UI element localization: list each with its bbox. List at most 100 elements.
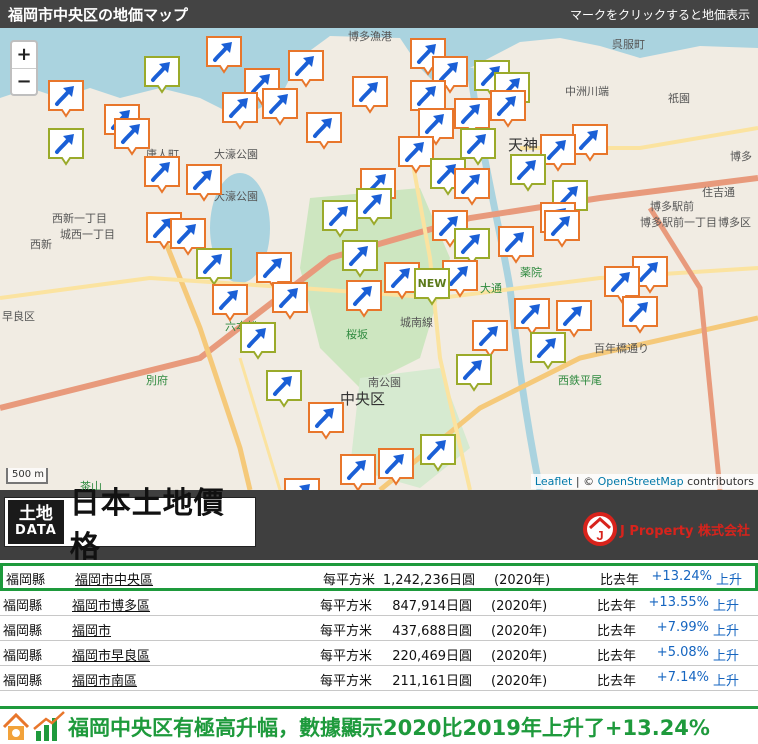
price-marker[interactable] xyxy=(514,298,550,336)
price-marker[interactable] xyxy=(340,454,376,490)
price-up-arrow-icon xyxy=(342,240,378,278)
price-marker[interactable] xyxy=(420,434,456,472)
price-marker[interactable] xyxy=(346,280,382,318)
label-nishijin: 西新 xyxy=(30,238,52,251)
trend-cell: 上升 xyxy=(713,674,740,689)
price-marker[interactable] xyxy=(186,164,222,202)
price-marker[interactable] xyxy=(456,354,492,392)
price-marker[interactable] xyxy=(622,296,658,334)
headline-text: 福岡中央区有極高升幅，數據顯示2020比2019年上升了+13.24% xyxy=(68,715,710,740)
prefecture-cell: 福岡縣 xyxy=(3,599,43,614)
price-marker[interactable] xyxy=(378,448,414,486)
tochi-data-logo[interactable]: 土地 DATA 日本土地價格 xyxy=(4,486,256,565)
price-marker[interactable] xyxy=(284,478,320,490)
zoom-out-button[interactable]: − xyxy=(12,68,36,94)
city-link[interactable]: 福岡市博多區 xyxy=(72,595,150,614)
price-marker[interactable] xyxy=(530,332,566,370)
price-marker[interactable] xyxy=(352,76,388,114)
price-marker[interactable] xyxy=(308,402,344,440)
label-otemon: 大通 xyxy=(480,282,502,295)
price-marker[interactable] xyxy=(472,320,508,358)
price-marker[interactable] xyxy=(306,112,342,150)
city-link[interactable]: 福岡市中央區 xyxy=(75,569,153,588)
zoom-in-button[interactable]: + xyxy=(12,42,36,68)
label-chayama: 茶山 xyxy=(80,480,102,490)
price-marker[interactable] xyxy=(114,118,150,156)
price-marker[interactable] xyxy=(144,156,180,194)
price-up-arrow-icon xyxy=(48,128,84,166)
year-cell: (2020年) xyxy=(491,624,548,639)
map-hint: マークをクリックすると地価表示 xyxy=(569,7,750,22)
unit-cell: 每平方米 xyxy=(320,624,373,639)
price-marker[interactable] xyxy=(144,56,180,94)
label-sakurazaka: 桜坂 xyxy=(346,328,368,341)
jproperty-name: J Property 株式会社 xyxy=(620,523,750,539)
price-up-arrow-icon xyxy=(262,88,298,126)
land-price-map[interactable]: + − 博多漁港 呉服町 中洲川端 祇園 博多 唐人町 大濠公園 大濠公園 西新… xyxy=(0,28,758,490)
unit-cell: 每平方米 xyxy=(323,573,376,588)
price-marker[interactable] xyxy=(544,210,580,248)
label-chuo-ku: 中央区 xyxy=(340,390,386,408)
compare-cell: 比去年 xyxy=(597,674,637,689)
price-marker[interactable] xyxy=(342,240,378,278)
price-marker[interactable] xyxy=(510,154,546,192)
price-marker[interactable] xyxy=(48,80,84,118)
price-table: 福岡縣 福岡市中央區 每平方米 1,242,236日圓 (2020年) 比去年 +13.24… xyxy=(0,563,758,691)
price-marker[interactable] xyxy=(196,248,232,286)
price-marker[interactable] xyxy=(266,370,302,408)
price-marker[interactable] xyxy=(398,136,434,174)
attribution-contrib: contributors xyxy=(683,475,754,488)
unit-cell: 每平方米 xyxy=(320,599,373,614)
map-scale: 500 m xyxy=(6,468,48,484)
zoom-control: + − xyxy=(10,40,38,96)
jproperty-logo[interactable]: J J Property 株式会社 xyxy=(582,507,754,551)
label-ohori-koen: 大濠公園 xyxy=(214,148,258,161)
price-up-arrow-icon xyxy=(572,124,608,162)
price-up-arrow-icon xyxy=(288,50,324,88)
price-up-arrow-icon xyxy=(454,168,490,206)
leaflet-link[interactable]: Leaflet xyxy=(535,475,572,488)
brand-band: 土地 DATA 日本土地價格 J J Property 株式会社 xyxy=(0,486,758,565)
price-up-arrow-icon xyxy=(196,248,232,286)
year-cell: (2020年) xyxy=(491,649,548,664)
price-marker[interactable] xyxy=(322,200,358,238)
price-up-arrow-icon xyxy=(222,92,258,130)
price-marker[interactable] xyxy=(572,124,608,162)
price-up-arrow-icon xyxy=(340,454,376,490)
city-link[interactable]: 福岡市早良區 xyxy=(72,645,150,664)
price-marker[interactable] xyxy=(212,284,248,322)
compare-cell: 比去年 xyxy=(597,624,637,639)
price-up-arrow-icon xyxy=(544,210,580,248)
year-cell: (2020年) xyxy=(494,573,551,588)
price-marker[interactable] xyxy=(48,128,84,166)
trend-cell: 上升 xyxy=(713,649,740,664)
label-nishitetsu-hirao: 西鉄平尾 xyxy=(558,374,602,387)
price-marker[interactable] xyxy=(272,282,308,320)
price-marker[interactable] xyxy=(288,50,324,88)
city-link[interactable]: 福岡市 xyxy=(72,620,111,639)
price-marker[interactable] xyxy=(454,168,490,206)
price-marker[interactable] xyxy=(498,226,534,264)
price-up-arrow-icon xyxy=(272,282,308,320)
new-marker[interactable]: NEW xyxy=(414,268,450,306)
price-marker[interactable] xyxy=(262,88,298,126)
price-up-arrow-icon xyxy=(420,434,456,472)
label-jonan: 城南線 xyxy=(400,316,433,329)
label-tenjin: 天神 xyxy=(508,136,539,154)
price-cell: 847,914日圓 xyxy=(392,599,472,614)
map-title: 福岡市中央区の地価マップ xyxy=(8,5,189,24)
price-up-arrow-icon xyxy=(266,370,302,408)
price-marker[interactable] xyxy=(490,90,526,128)
price-marker[interactable] xyxy=(222,92,258,130)
price-marker[interactable] xyxy=(240,322,276,360)
price-up-arrow-icon xyxy=(352,76,388,114)
label-beppu: 別府 xyxy=(146,374,168,387)
change-percent-cell: +5.08% xyxy=(656,645,709,660)
price-up-arrow-icon xyxy=(284,478,320,490)
trend-cell: 上升 xyxy=(713,599,740,614)
osm-link[interactable]: OpenStreetMap xyxy=(598,475,684,488)
city-link[interactable]: 福岡市南區 xyxy=(72,670,137,689)
price-marker[interactable] xyxy=(206,36,242,74)
prefecture-cell: 福岡縣 xyxy=(3,649,43,664)
price-marker[interactable] xyxy=(356,188,392,226)
